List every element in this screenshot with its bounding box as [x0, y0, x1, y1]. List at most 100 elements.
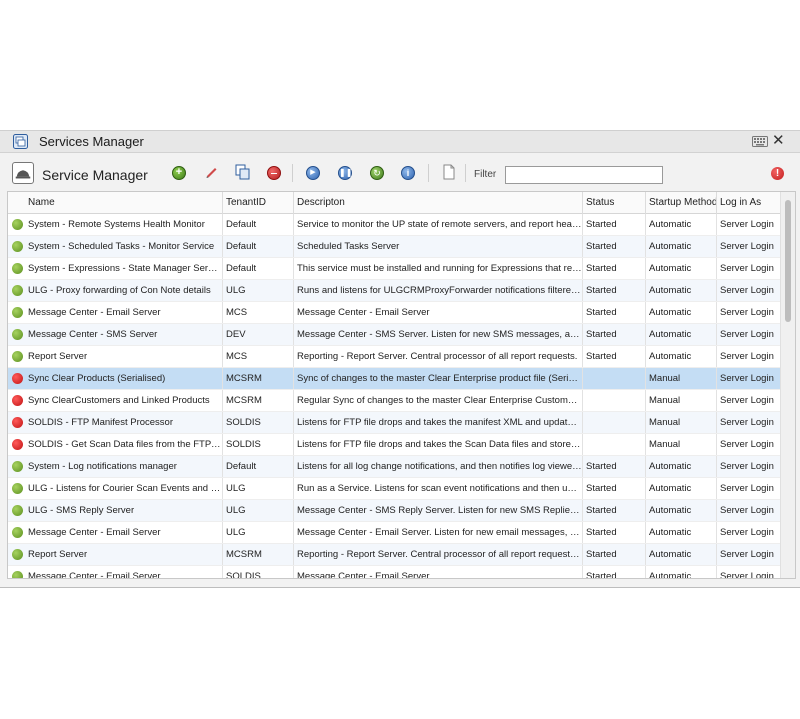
service-description: Listens for all log change notifications… — [293, 456, 582, 477]
close-icon[interactable]: ✕ — [772, 132, 785, 150]
tenant-id: Default — [222, 214, 293, 235]
tenant-id: Default — [222, 236, 293, 257]
service-description: This service must be installed and runni… — [293, 258, 582, 279]
running-status-icon — [12, 241, 23, 252]
table-row[interactable]: ULG - Listens for Courier Scan Events an… — [8, 478, 780, 500]
service-status — [582, 390, 645, 411]
tenant-id: MCS — [222, 346, 293, 367]
toolbar-separator — [465, 164, 466, 182]
service-description: Message Center - SMS Server. Listen for … — [293, 324, 582, 345]
startup-method: Automatic — [645, 478, 716, 499]
column-header-tenantid[interactable]: TenantID — [222, 192, 293, 214]
edit-service-icon[interactable] — [204, 164, 220, 180]
startup-method: Automatic — [645, 302, 716, 323]
stopped-status-icon — [12, 439, 23, 450]
service-description: Listens for FTP file drops and takes the… — [293, 434, 582, 455]
filter-label: Filter — [474, 169, 497, 180]
column-header-startup-method[interactable]: Startup Method — [645, 192, 716, 214]
table-row[interactable]: ULG - SMS Reply Server ULG Message Center … — [8, 500, 780, 522]
column-header-status[interactable]: Status — [582, 192, 645, 214]
table-row[interactable]: Report Server MCS Reporting - Report Serve… — [8, 346, 780, 368]
service-description: Run as a Service. Listens for scan event… — [293, 478, 582, 499]
login-as: Server Login — [716, 456, 780, 477]
table-row[interactable]: SOLDIS - FTP Manifest Processor SOLDIS Lis… — [8, 412, 780, 434]
service-description: Reporting - Report Server. Central proce… — [293, 544, 582, 565]
table-row[interactable]: ULG - Proxy forwarding of Con Note detai… — [8, 280, 780, 302]
stopped-status-icon — [12, 395, 23, 406]
table-row[interactable]: System - Log notifications manager Defaul… — [8, 456, 780, 478]
tenant-id: MCSRM — [222, 544, 293, 565]
login-as: Server Login — [716, 500, 780, 521]
restart-service-icon[interactable]: ↻ — [370, 166, 384, 180]
service-status: Started — [582, 478, 645, 499]
service-name: System - Expressions - State Manager Ser… — [28, 263, 222, 274]
startup-method: Automatic — [645, 544, 716, 565]
tenant-id: MCSRM — [222, 368, 293, 389]
pause-service-icon[interactable]: ❚❚ — [338, 166, 352, 180]
start-service-icon[interactable]: ▶ — [306, 166, 320, 180]
running-status-icon — [12, 549, 23, 560]
service-name: Report Server — [28, 351, 88, 362]
scrollbar-thumb[interactable] — [785, 200, 791, 322]
table-body: System - Remote Systems Health Monitor De… — [8, 214, 780, 578]
service-status: Started — [582, 346, 645, 367]
startup-method: Automatic — [645, 280, 716, 301]
tenant-id: Default — [222, 456, 293, 477]
alert-icon[interactable]: ! — [771, 167, 784, 180]
table-row[interactable]: Report Server MCSRM Reporting - Report Ser… — [8, 544, 780, 566]
running-status-icon — [12, 505, 23, 516]
running-status-icon — [12, 351, 23, 362]
table-row[interactable]: SOLDIS - Get Scan Data files from the FT… — [8, 434, 780, 456]
running-status-icon — [12, 263, 23, 274]
info-service-icon[interactable]: i — [401, 166, 415, 180]
service-status — [582, 412, 645, 433]
stopped-status-icon — [12, 417, 23, 428]
toolbar-title: Service Manager — [42, 167, 148, 183]
login-as: Server Login — [716, 522, 780, 543]
service-name: Message Center - Email Server — [28, 527, 161, 538]
running-status-icon — [12, 219, 23, 230]
running-status-icon — [12, 285, 23, 296]
tenant-id: SOLDIS — [222, 434, 293, 455]
service-description: Message Center - Email Server — [293, 302, 582, 323]
service-status: Started — [582, 324, 645, 345]
keyboard-icon[interactable] — [752, 136, 768, 147]
filter-input[interactable] — [505, 166, 663, 184]
service-name: System - Log notifications manager — [28, 461, 177, 472]
login-as: Server Login — [716, 258, 780, 279]
service-status: Started — [582, 214, 645, 235]
delete-service-icon[interactable] — [267, 166, 281, 180]
table-row[interactable]: Message Center - SMS Server DEV Message Ce… — [8, 324, 780, 346]
column-header-login-as[interactable]: Log in As — [716, 192, 780, 214]
service-status: Started — [582, 544, 645, 565]
table-row[interactable]: Message Center - Email Server SOLDIS Messa… — [8, 566, 780, 578]
running-status-icon — [12, 571, 23, 578]
services-manager-window: Services Manager ✕ Service Manager + ▶ ❚… — [0, 130, 800, 588]
table-row[interactable]: Message Center - Email Server ULG Message … — [8, 522, 780, 544]
vertical-scrollbar[interactable] — [780, 192, 795, 578]
login-as: Server Login — [716, 566, 780, 578]
service-name: Sync Clear Products (Serialised) — [28, 373, 166, 384]
table-row[interactable]: System - Expressions - State Manager Ser… — [8, 258, 780, 280]
add-service-icon[interactable]: + — [172, 166, 186, 180]
startup-method: Manual — [645, 390, 716, 411]
table-row[interactable]: System - Remote Systems Health Monitor De… — [8, 214, 780, 236]
tenant-id: Default — [222, 258, 293, 279]
tenant-id: SOLDIS — [222, 566, 293, 578]
table-row[interactable]: Message Center - Email Server MCS Message … — [8, 302, 780, 324]
table-row[interactable]: Sync Clear Products (Serialised) MCSRM Syn… — [8, 368, 780, 390]
column-header-name[interactable]: Name — [25, 192, 222, 214]
document-icon[interactable] — [441, 164, 457, 180]
service-status: Started — [582, 456, 645, 477]
table-row[interactable]: System - Scheduled Tasks - Monitor Servi… — [8, 236, 780, 258]
login-as: Server Login — [716, 236, 780, 257]
column-header-description[interactable]: Descripton — [293, 192, 582, 214]
service-description: Message Center - Email Server. Listen fo… — [293, 522, 582, 543]
startup-method: Automatic — [645, 500, 716, 521]
running-status-icon — [12, 329, 23, 340]
stopped-status-icon — [12, 373, 23, 384]
table-row[interactable]: Sync ClearCustomers and Linked Products M… — [8, 390, 780, 412]
running-status-icon — [12, 483, 23, 494]
service-description: Message Center - Email Server. — [293, 566, 582, 578]
copy-service-icon[interactable] — [235, 164, 251, 180]
